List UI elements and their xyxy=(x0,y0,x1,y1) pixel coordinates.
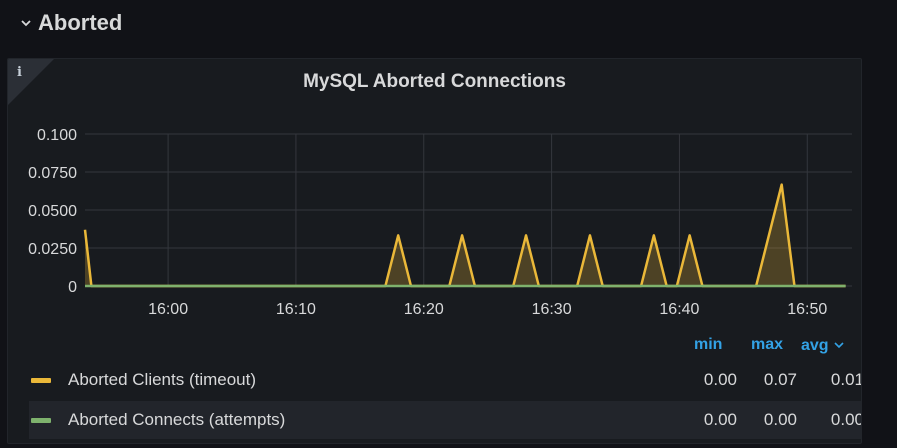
y-tick-label: 0.0250 xyxy=(28,241,77,258)
row-title: Aborted xyxy=(38,10,123,35)
legend-swatch xyxy=(31,377,51,383)
series-area xyxy=(85,184,846,286)
x-tick-label: 16:20 xyxy=(404,301,444,318)
legend-header-avg[interactable]: avg xyxy=(801,336,845,356)
y-tick-label: 0.0750 xyxy=(28,165,77,182)
y-tick-label: 0 xyxy=(68,279,77,296)
row-header-aborted[interactable]: Aborted xyxy=(20,8,122,38)
x-tick-label: 16:10 xyxy=(276,301,316,318)
legend-series-name[interactable]: Aborted Connects (attempts) xyxy=(68,410,285,430)
legend-header-min[interactable]: min xyxy=(694,336,722,356)
x-tick-label: 16:50 xyxy=(787,301,827,318)
legend-avg-value: 0.01 xyxy=(830,370,862,389)
legend-min-value: 0.00 xyxy=(703,410,737,429)
legend-header-max[interactable]: max xyxy=(751,336,783,356)
y-tick-label: 0.0500 xyxy=(28,203,77,220)
chevron-down-icon xyxy=(20,15,32,31)
x-tick-label: 16:00 xyxy=(148,301,188,318)
panel-mysql-aborted-connections[interactable]: i MySQL Aborted Connections 0.100 0.0750 0… xyxy=(7,58,862,444)
x-tick-label: 16:40 xyxy=(659,301,699,318)
y-tick-label: 0.100 xyxy=(37,127,77,144)
chart-area[interactable]: 0.100 0.0750 0.0500 0.0250 0 16:00 16:10 16:20 1… xyxy=(8,59,861,329)
legend-avg-value: 0.00 xyxy=(830,410,862,429)
legend-header-avg-label: avg xyxy=(801,337,829,354)
x-tick-label: 16:30 xyxy=(532,301,572,318)
legend-max-value: 0.07 xyxy=(763,370,797,389)
chevron-down-icon xyxy=(833,337,845,355)
legend-row[interactable]: Aborted Connects (attempts) 0.00 0.00 0.… xyxy=(29,401,862,439)
legend-swatch xyxy=(31,417,51,423)
legend-series-name[interactable]: Aborted Clients (timeout) xyxy=(68,370,256,390)
legend-min-value: 0.00 xyxy=(703,370,737,389)
legend-row[interactable]: Aborted Clients (timeout) 0.00 0.07 0.01 xyxy=(29,361,862,399)
legend-max-value: 0.00 xyxy=(763,410,797,429)
